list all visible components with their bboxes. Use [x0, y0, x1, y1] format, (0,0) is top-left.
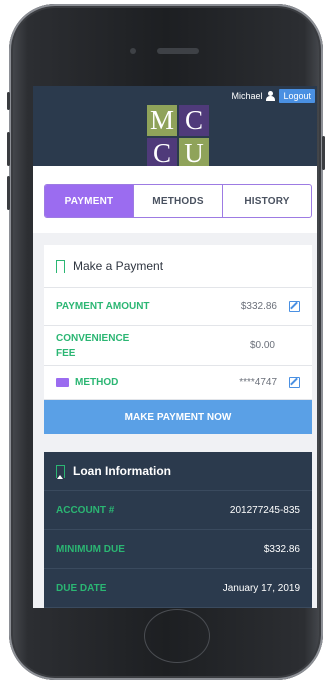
- tabs-card: PAYMENT METHODS HISTORY: [33, 166, 317, 233]
- edit-icon[interactable]: [289, 377, 300, 388]
- payment-amount-value: $332.86: [240, 301, 277, 312]
- account-number-value: 201277245-835: [229, 504, 300, 516]
- power-button: [322, 136, 325, 170]
- method-value: ****4747: [239, 377, 277, 388]
- user-icon: [266, 91, 276, 101]
- payment-amount-row: PAYMENT AMOUNT $332.86: [44, 288, 312, 326]
- logo-letter: M: [147, 105, 177, 136]
- due-date-value: January 17, 2019: [222, 582, 300, 594]
- method-label: METHOD: [75, 377, 119, 388]
- payment-card-header: Make a Payment: [44, 245, 312, 288]
- speaker-grille: [157, 48, 199, 54]
- tab-payment[interactable]: PAYMENT: [45, 185, 133, 217]
- logo-letter: C: [179, 105, 209, 136]
- bookmark-icon: [56, 259, 65, 274]
- method-label-wrap: METHOD: [56, 377, 118, 388]
- mccu-logo: M C C U: [147, 105, 209, 169]
- logo-letter: U: [179, 138, 209, 169]
- make-payment-button[interactable]: MAKE PAYMENT NOW: [44, 400, 312, 434]
- payment-amount-label: PAYMENT AMOUNT: [56, 301, 150, 312]
- account-number-row: ACCOUNT # 201277245-835: [44, 491, 312, 530]
- tab-history[interactable]: HISTORY: [222, 185, 311, 217]
- volume-down-button: [7, 176, 10, 210]
- credit-card-icon: [56, 377, 69, 387]
- minimum-due-row: MINIMUM DUE $332.86: [44, 530, 312, 569]
- user-name: Michael: [231, 91, 263, 101]
- logout-button[interactable]: Logout: [279, 89, 315, 103]
- due-date-label: DUE DATE: [56, 582, 107, 594]
- payment-card-title: Make a Payment: [73, 259, 164, 273]
- volume-up-button: [7, 132, 10, 166]
- loan-card-title: Loan Information: [73, 464, 171, 478]
- app-header: Michael Logout M C C U: [33, 86, 317, 169]
- loan-card: Loan Information ACCOUNT # 201277245-835…: [44, 452, 312, 608]
- tab-bar: PAYMENT METHODS HISTORY: [44, 184, 312, 218]
- camera-icon: [130, 48, 136, 54]
- minimum-due-label: MINIMUM DUE: [56, 543, 125, 555]
- method-row: METHOD ****4747: [44, 366, 312, 400]
- convenience-fee-label: CONVENIENCE FEE: [56, 332, 130, 359]
- loan-card-header: Loan Information: [44, 452, 312, 491]
- mute-switch: [7, 92, 10, 110]
- convenience-fee-row: CONVENIENCE FEE $0.00: [44, 326, 312, 366]
- home-button[interactable]: [144, 609, 210, 663]
- tab-methods[interactable]: METHODS: [133, 185, 222, 217]
- app-screen: Michael Logout M C C U PAYMENT METHODS H…: [33, 86, 317, 608]
- payment-card: Make a Payment PAYMENT AMOUNT $332.86 CO…: [44, 245, 312, 434]
- due-date-row: DUE DATE January 17, 2019: [44, 569, 312, 608]
- account-number-label: ACCOUNT #: [56, 504, 115, 516]
- convenience-fee-value: $0.00: [249, 340, 275, 351]
- logo-letter: C: [147, 138, 177, 169]
- minimum-due-value: $332.86: [263, 543, 300, 555]
- user-area: Michael Logout: [231, 89, 315, 103]
- edit-icon[interactable]: [289, 301, 300, 312]
- bookmark-icon: [56, 464, 65, 479]
- main-content: PAYMENT METHODS HISTORY Make a Payment P…: [33, 166, 317, 608]
